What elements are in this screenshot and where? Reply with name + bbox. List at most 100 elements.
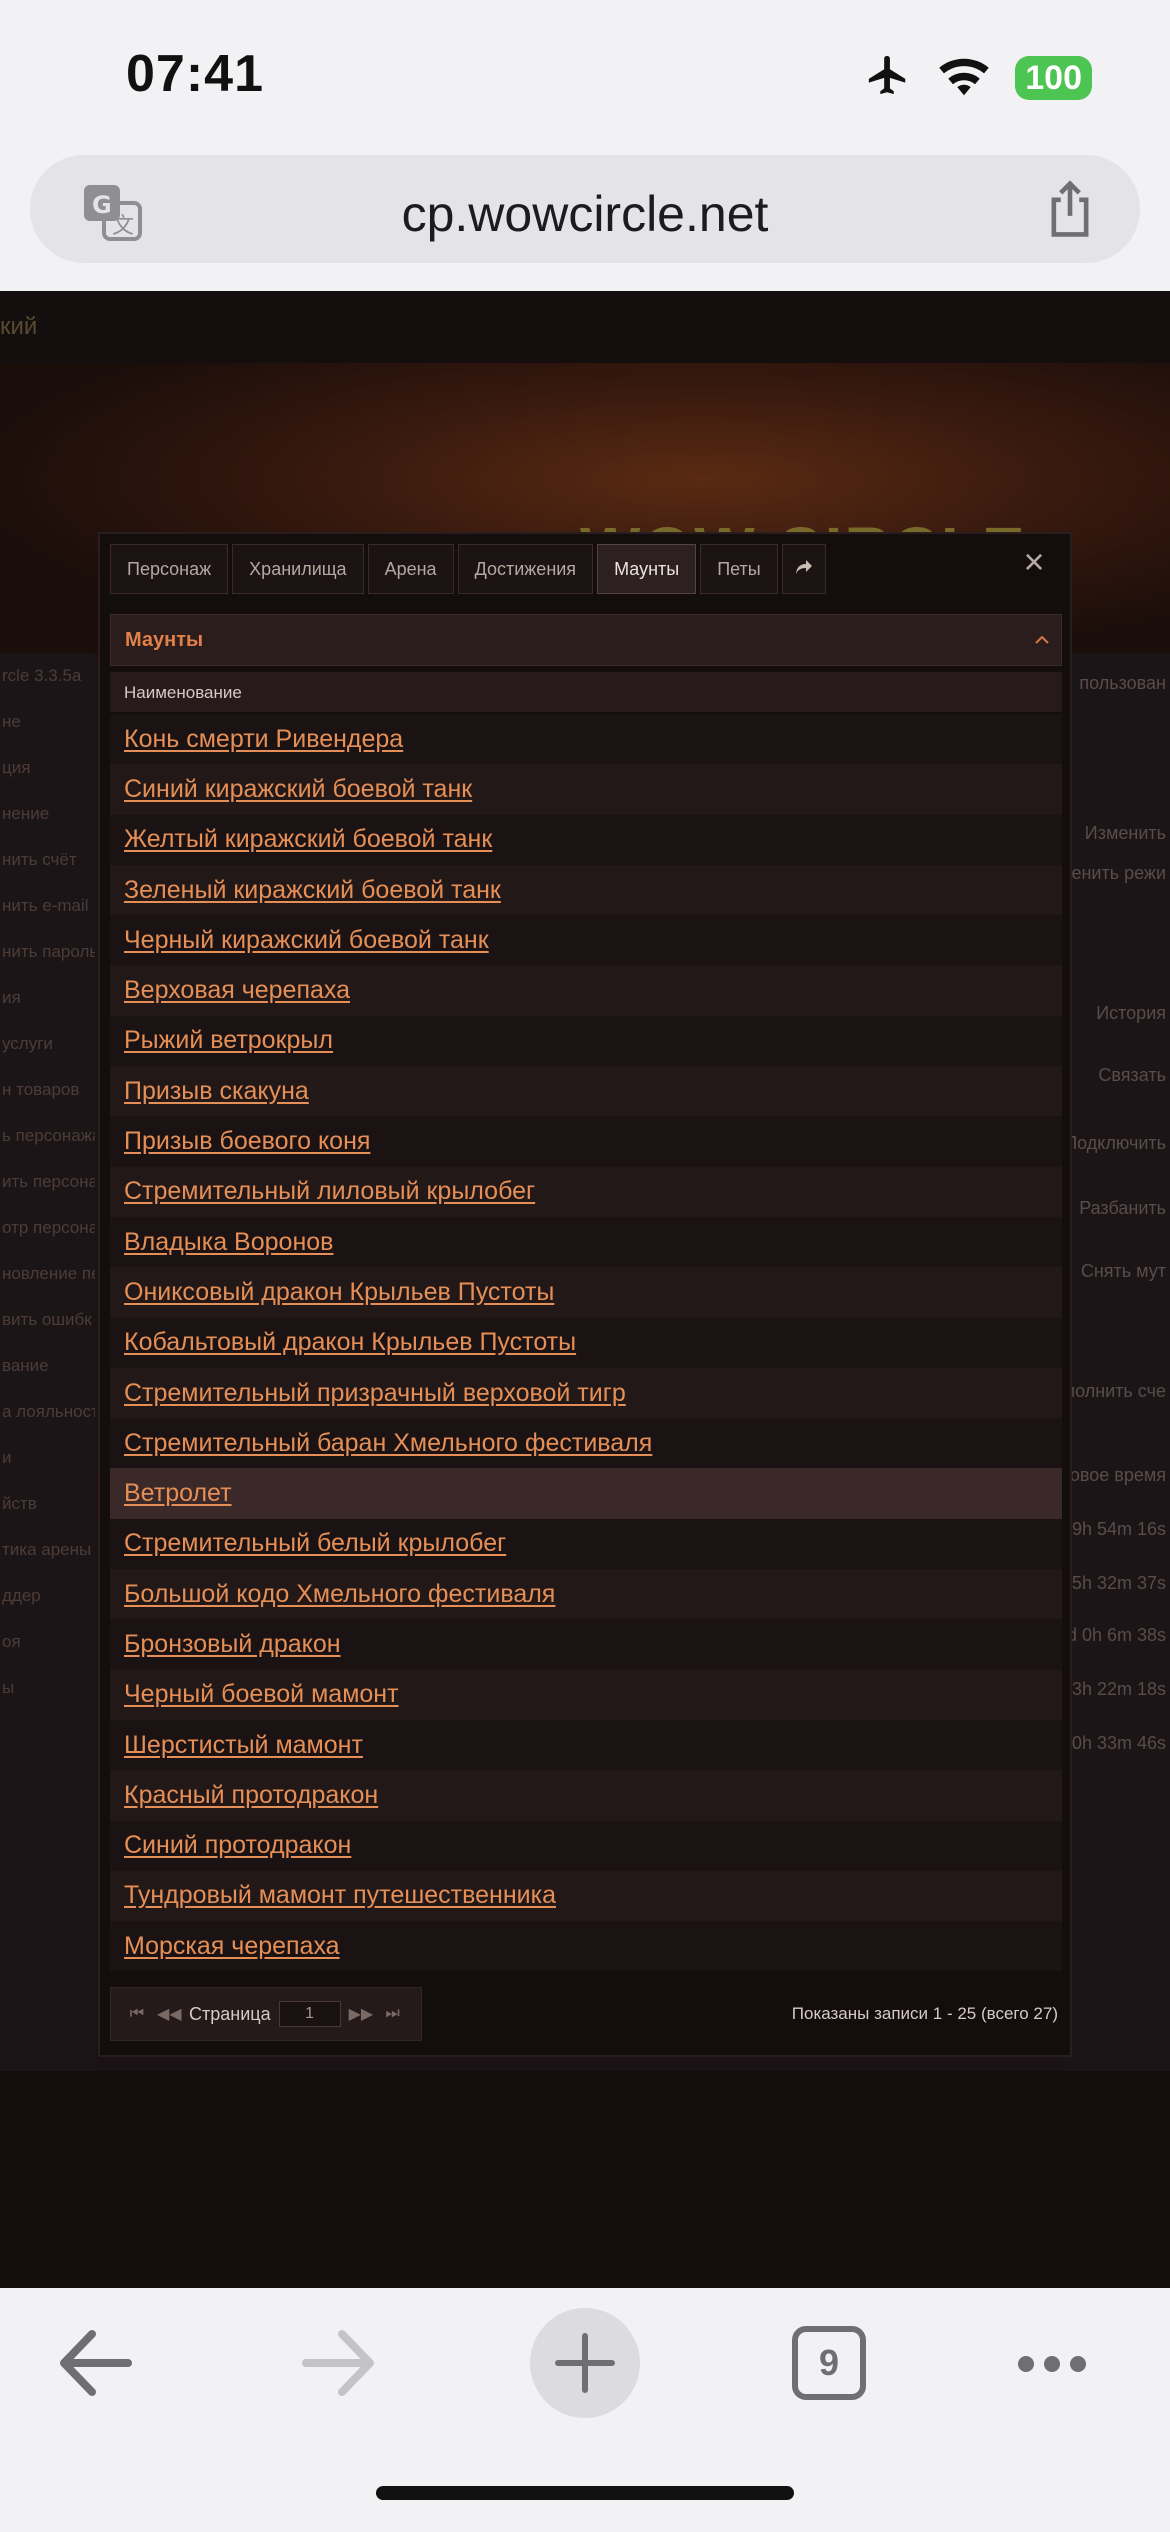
previous-page-icon[interactable]: ◀◀ bbox=[157, 2004, 182, 2024]
table-row: Зеленый киражский боевой танк bbox=[110, 864, 1062, 916]
share-arrow-icon bbox=[795, 559, 813, 579]
records-info: Показаны записи 1 - 25 (всего 27) bbox=[791, 2004, 1058, 2023]
mount-link[interactable]: Желтый киражский боевой танк bbox=[124, 825, 492, 854]
mount-link[interactable]: Призыв скакуна bbox=[124, 1077, 309, 1106]
sidebar-item: и bbox=[2, 1448, 12, 1467]
sidebar-item: нить e-mail bbox=[2, 896, 89, 915]
right-column-item: История bbox=[1096, 1003, 1166, 1023]
mount-link[interactable]: Большой кодо Хмельного фестиваля bbox=[124, 1580, 555, 1609]
page-number-input[interactable] bbox=[278, 2001, 341, 2027]
table-row: Ветролет bbox=[110, 1468, 1062, 1519]
table-row: Морская черепаха bbox=[110, 1921, 1062, 1972]
site-footer bbox=[0, 2071, 1170, 2288]
mount-link[interactable]: Конь смерти Ривендера bbox=[124, 725, 403, 754]
mount-link[interactable]: Стремительный белый крылобег bbox=[124, 1529, 506, 1558]
next-page-icon[interactable]: ▶▶ bbox=[349, 2004, 374, 2024]
mount-link[interactable]: Стремительный призрачный верховой тигр bbox=[124, 1379, 626, 1408]
address-bar[interactable]: G文 cp.wowcircle.net bbox=[30, 155, 1140, 263]
mount-link[interactable]: Стремительный лиловый крылобег bbox=[124, 1177, 535, 1206]
mounts-table-body: Конь смерти Ривендера Синий киражский бое… bbox=[110, 714, 1062, 1972]
sidebar-item: ы bbox=[2, 1678, 15, 1697]
mount-link[interactable]: Владыка Воронов bbox=[124, 1228, 333, 1257]
tab-achievements[interactable]: Достижения bbox=[457, 544, 594, 594]
forward-arrow-icon[interactable] bbox=[302, 2328, 376, 2403]
tab-arena[interactable]: Арена bbox=[367, 544, 454, 594]
section-title: Маунты bbox=[125, 629, 204, 651]
mount-link[interactable]: Синий протодракон bbox=[124, 1831, 351, 1860]
mount-link[interactable]: Верховая черепаха bbox=[124, 976, 350, 1005]
sidebar-item: н товаров bbox=[2, 1080, 80, 1099]
sidebar-item: rcle 3.3.5a bbox=[2, 666, 82, 685]
mount-link[interactable]: Призыв боевого коня bbox=[124, 1127, 370, 1156]
close-button[interactable]: × bbox=[1014, 542, 1054, 582]
sidebar-item: тика арены bbox=[2, 1540, 92, 1559]
last-page-icon[interactable]: ⏭ bbox=[381, 2005, 405, 2023]
table-row: Ониксовый дракон Крыльев Пустоты bbox=[110, 1267, 1062, 1318]
site-right-column: пользован Изменить енить режи История Связат… bbox=[1057, 653, 1170, 2103]
wifi-icon bbox=[937, 54, 991, 101]
sidebar-item: нить счёт bbox=[2, 850, 77, 869]
table-row: Призыв боевого коня bbox=[110, 1116, 1062, 1167]
mount-link[interactable]: Морская черепаха bbox=[124, 1932, 340, 1961]
sidebar-item: вить ошибк bbox=[2, 1310, 92, 1329]
column-header-name[interactable]: Наименование bbox=[124, 683, 242, 703]
mount-link[interactable]: Черный боевой мамонт bbox=[124, 1680, 399, 1709]
back-arrow-icon[interactable] bbox=[58, 2328, 132, 2403]
share-tab-button[interactable] bbox=[781, 544, 826, 594]
mount-link[interactable]: Черный киражский боевой танк bbox=[124, 926, 489, 955]
home-indicator bbox=[376, 2486, 794, 2500]
table-row: Красный протодракон bbox=[110, 1770, 1062, 1821]
sidebar-item: оя bbox=[2, 1632, 21, 1651]
chevron-up-icon[interactable] bbox=[1035, 629, 1049, 650]
sidebar-item: не bbox=[2, 712, 21, 731]
right-column-item: енить режи bbox=[1071, 863, 1166, 883]
sidebar-item: новление пе bbox=[2, 1264, 95, 1283]
right-column-item: Разбанить bbox=[1079, 1198, 1166, 1218]
new-tab-plus-icon[interactable] bbox=[530, 2308, 640, 2423]
sidebar-item: йств bbox=[2, 1494, 37, 1513]
table-row: Кобальтовый дракон Крыльев Пустоты bbox=[110, 1317, 1062, 1368]
status-time: 07:41 bbox=[126, 45, 264, 103]
mount-link[interactable]: Стремительный баран Хмельного фестиваля bbox=[124, 1429, 652, 1458]
mount-link[interactable]: Ониксовый дракон Крыльев Пустоты bbox=[124, 1278, 554, 1307]
airplane-mode-icon bbox=[863, 52, 913, 103]
tab-storage[interactable]: Хранилища bbox=[232, 544, 364, 594]
more-dots-icon[interactable] bbox=[1016, 2354, 1088, 2379]
tab-character[interactable]: Персонаж bbox=[110, 544, 229, 594]
page-label: Страница bbox=[189, 2003, 271, 2024]
mount-link[interactable]: Рыжий ветрокрыл bbox=[124, 1026, 333, 1055]
mount-link[interactable]: Красный протодракон bbox=[124, 1781, 378, 1810]
sidebar-item: нить пароль bbox=[2, 942, 95, 961]
sidebar-item: ция bbox=[2, 758, 31, 777]
right-column-item: Изменить bbox=[1084, 823, 1166, 843]
mount-link[interactable]: Ветролет bbox=[124, 1479, 232, 1508]
sidebar-item: ддер bbox=[2, 1586, 41, 1605]
mounts-section-header[interactable]: Маунты bbox=[110, 614, 1062, 666]
first-page-icon[interactable]: ⏮ bbox=[125, 2005, 149, 2023]
mount-link[interactable]: Шерстистый мамонт bbox=[124, 1731, 363, 1760]
sidebar-item: ить персонаж bbox=[2, 1172, 95, 1191]
share-icon[interactable] bbox=[1042, 179, 1098, 244]
modal-tabs: Персонаж Хранилища Арена Достижения Маун… bbox=[110, 544, 826, 594]
table-row: Синий киражский боевой танк bbox=[110, 764, 1062, 815]
language-selector: кий bbox=[0, 313, 38, 340]
table-row: Шерстистый мамонт bbox=[110, 1719, 1062, 1771]
mount-link[interactable]: Синий киражский боевой танк bbox=[124, 775, 472, 804]
table-row: Рыжий ветрокрыл bbox=[110, 1015, 1062, 1067]
table-row: Стремительный лиловый крылобег bbox=[110, 1166, 1062, 1217]
tab-pets[interactable]: Петы bbox=[700, 544, 778, 594]
mount-link[interactable]: Бронзовый дракон bbox=[124, 1630, 341, 1659]
mount-link[interactable]: Зеленый киражский боевой танк bbox=[124, 876, 501, 905]
right-column-item: 23h 22m 18s bbox=[1061, 1679, 1166, 1699]
tabs-count-button[interactable]: 9 bbox=[792, 2326, 866, 2400]
tab-mounts[interactable]: Маунты bbox=[597, 544, 697, 594]
mount-link[interactable]: Тундровый мамонт путешественника bbox=[124, 1881, 556, 1910]
right-column-item: Подключить bbox=[1064, 1133, 1166, 1153]
table-row: Стремительный баран Хмельного фестиваля bbox=[110, 1418, 1062, 1469]
table-row: Синий протодракон bbox=[110, 1820, 1062, 1871]
url-text[interactable]: cp.wowcircle.net bbox=[30, 185, 1140, 243]
table-row: Владыка Воронов bbox=[110, 1216, 1062, 1268]
site-sidebar: rcle 3.3.5a не ция нение нить счёт нить e-mai… bbox=[0, 653, 95, 2103]
right-column-item: полнить сче bbox=[1065, 1381, 1166, 1401]
mount-link[interactable]: Кобальтовый дракон Крыльев Пустоты bbox=[124, 1328, 576, 1357]
